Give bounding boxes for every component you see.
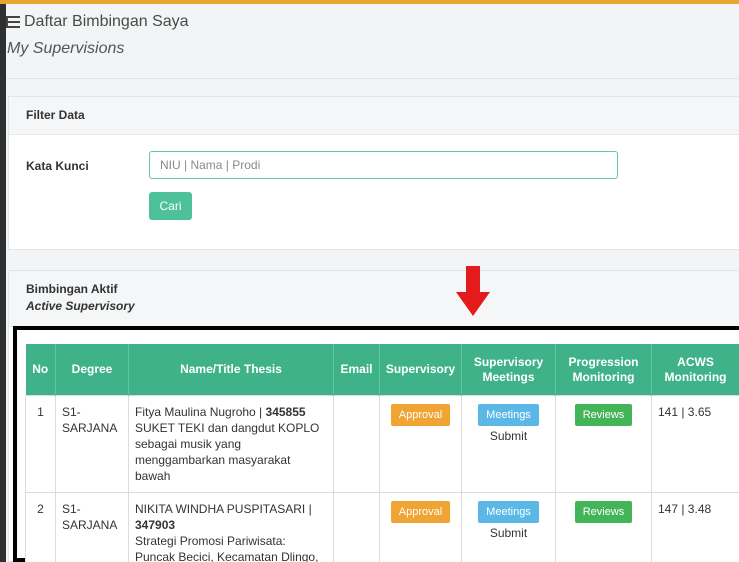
header-degree: Degree	[55, 344, 129, 396]
row-degree: S1-SARJANA	[55, 492, 129, 562]
filter-heading: Filter Data	[9, 97, 739, 135]
keyword-input[interactable]	[149, 151, 618, 179]
meetings-button[interactable]: Meetings	[478, 404, 539, 426]
supervision-table: No Degree Name/Title Thesis Email Superv…	[25, 344, 739, 562]
active-heading: Bimbingan Aktif Active Supervisory	[9, 271, 739, 327]
active-subtitle: Active Supervisory	[26, 299, 135, 313]
student-name: Fitya Maulina Nugroho |	[135, 405, 266, 419]
row-no: 1	[25, 395, 56, 493]
page-title-text: Daftar Bimbingan Saya	[24, 13, 189, 30]
header-supervisory-meetings: Supervisory Meetings	[461, 344, 556, 396]
keyword-label: Kata Kunci	[26, 159, 89, 173]
page-title: Daftar Bimbingan Saya	[6, 13, 189, 31]
student-niu: 345855	[265, 405, 306, 419]
row-progression: Reviews	[555, 492, 652, 562]
reviews-button[interactable]: Reviews	[574, 404, 633, 426]
filter-panel: Filter Data Kata Kunci Cari	[8, 96, 739, 250]
row-email	[333, 395, 380, 493]
list-icon	[6, 16, 20, 28]
page-subtitle: My Supervisions	[7, 40, 125, 57]
row-name-thesis: NIKITA WINDHA PUSPITASARI | 347903 Strat…	[128, 492, 334, 562]
divider	[6, 78, 739, 79]
row-acws: 147 | 3.48	[651, 492, 739, 562]
row-progression: Reviews	[555, 395, 652, 493]
row-acws: 141 | 3.65	[651, 395, 739, 493]
table-header-row: No Degree Name/Title Thesis Email Superv…	[25, 344, 739, 396]
row-meetings: Meetings Submit	[461, 395, 556, 493]
red-arrow-down-icon	[456, 266, 490, 316]
header-email: Email	[333, 344, 380, 396]
reviews-button[interactable]: Reviews	[574, 501, 633, 523]
row-no: 2	[25, 492, 56, 562]
search-button[interactable]: Cari	[149, 192, 192, 220]
row-name-thesis: Fitya Maulina Nugroho | 345855 SUKET TEK…	[128, 395, 334, 493]
table-row: 1 S1-SARJANA Fitya Maulina Nugroho | 345…	[25, 395, 739, 493]
header-progression-monitoring: Progression Monitoring	[555, 344, 652, 396]
meetings-button[interactable]: Meetings	[478, 501, 539, 523]
thesis-title: SUKET TEKI dan dangdut KOPLO sebagai mus…	[135, 421, 320, 483]
meetings-submit-label: Submit	[489, 526, 528, 540]
header-name-title: Name/Title Thesis	[128, 344, 334, 396]
row-supervisory: Approval	[379, 492, 462, 562]
approval-button[interactable]: Approval	[390, 404, 451, 426]
header-supervisory: Supervisory	[379, 344, 462, 396]
row-meetings: Meetings Submit	[461, 492, 556, 562]
header-acws-monitoring: ACWS Monitoring	[651, 344, 739, 396]
meetings-submit-label: Submit	[489, 429, 528, 443]
header-no: No	[25, 344, 56, 396]
row-degree: S1-SARJANA	[55, 395, 129, 493]
approval-button[interactable]: Approval	[390, 501, 451, 523]
student-name: NIKITA WINDHA PUSPITASARI |	[135, 502, 312, 516]
page-content: Daftar Bimbingan Saya My Supervisions Fi…	[6, 4, 739, 562]
thesis-title: Strategi Promosi Pariwisata: Puncak Beci…	[135, 534, 319, 562]
student-niu: 347903	[135, 518, 176, 532]
row-email	[333, 492, 380, 562]
row-supervisory: Approval	[379, 395, 462, 493]
active-title: Bimbingan Aktif	[26, 282, 118, 296]
table-row: 2 S1-SARJANA NIKITA WINDHA PUSPITASARI |…	[25, 492, 739, 562]
